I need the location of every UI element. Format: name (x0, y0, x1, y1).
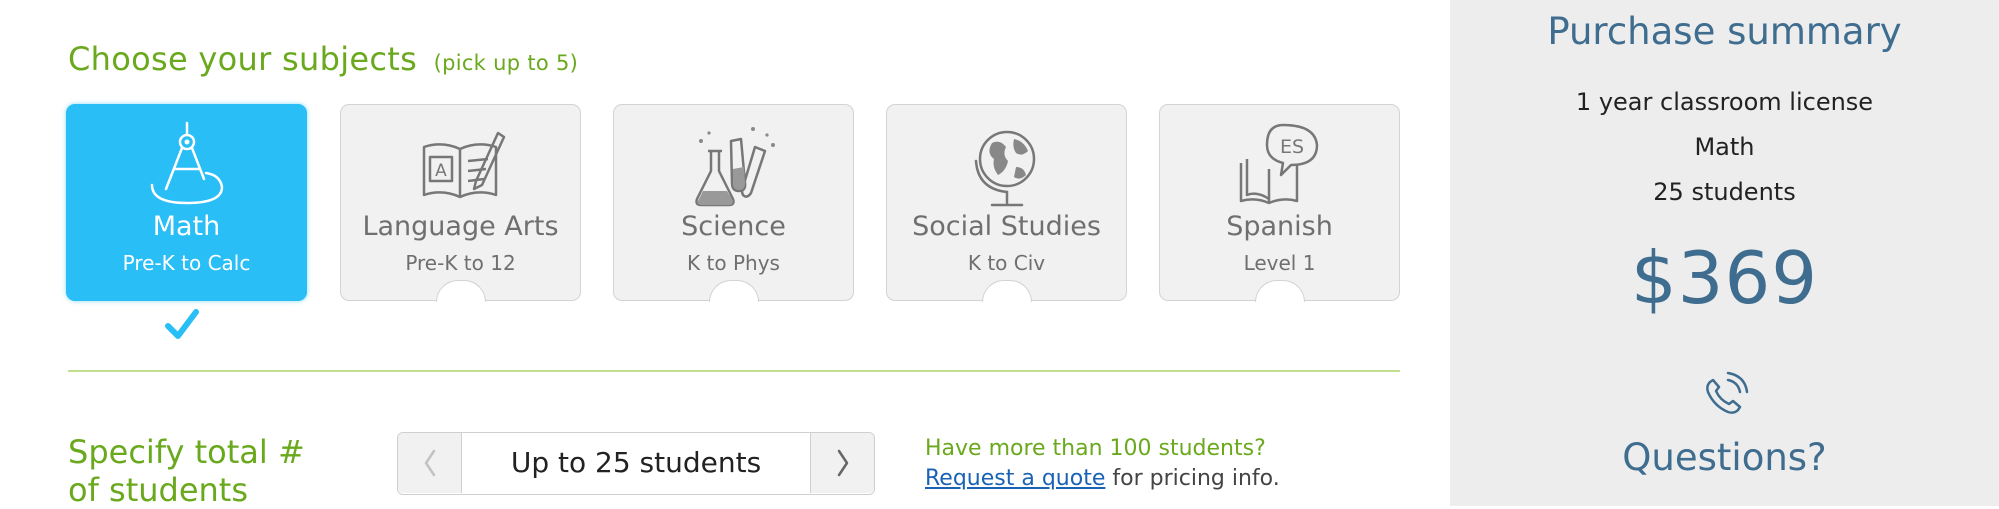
checkmark-icon (165, 309, 199, 339)
chevron-right-icon (837, 449, 848, 477)
quote-line: Request a quote for pricing info. (925, 464, 1280, 494)
subject-title: Spanish (1226, 211, 1333, 242)
subject-card-social-studies[interactable]: Social Studies K to Civ (886, 104, 1127, 302)
subject-range: Pre-K to Calc (122, 251, 251, 275)
subject-card-language-arts[interactable]: A Language Arts Pre-K to 12 (340, 104, 581, 302)
globe-icon (974, 130, 1035, 207)
stepper-value: Up to 25 students (510, 446, 762, 479)
subject-title: Science (681, 211, 786, 242)
card-notch (981, 280, 1032, 302)
student-count-stepper[interactable]: Up to 25 students (397, 432, 875, 495)
summary-price: $369 (1630, 236, 1819, 320)
subject-card-math[interactable]: Math Pre-K to Calc (66, 104, 307, 301)
card-notch (708, 280, 759, 302)
request-quote-link[interactable]: Request a quote (925, 466, 1105, 491)
stepper-next-button[interactable] (810, 433, 874, 493)
summary-title: Purchase summary (1547, 10, 1902, 53)
summary-license: 1 year classroom license (1575, 88, 1874, 116)
svg-text:A: A (435, 161, 447, 181)
subject-range: K to Civ (967, 251, 1046, 275)
phone-icon[interactable] (1700, 370, 1750, 420)
quote-info: Have more than 100 students? Request a q… (925, 434, 1280, 494)
stepper-prev-button[interactable] (398, 433, 462, 493)
quote-question: Have more than 100 students? (925, 436, 1266, 461)
subject-range: Level 1 (1243, 251, 1316, 275)
svg-text:ES: ES (1279, 136, 1303, 158)
subjects-heading-note: (pick up to 5) (433, 51, 579, 75)
card-notch (1254, 280, 1305, 302)
students-label: Specify total # of students (68, 433, 305, 509)
subject-card-spanish[interactable]: ES Spanish Level 1 (1159, 104, 1400, 302)
subject-range: Pre-K to 12 (405, 251, 516, 275)
subject-range: K to Phys (687, 251, 780, 275)
chevron-left-icon (424, 449, 435, 477)
subject-title: Math (152, 211, 221, 242)
compass-icon (150, 121, 223, 205)
card-notch (435, 280, 486, 302)
students-label-line1: Specify total # (68, 433, 305, 471)
section-divider (68, 370, 1400, 372)
summary-subject: Math (1694, 133, 1755, 161)
subjects-heading: Choose your subjects (pick up to 5) (68, 40, 578, 78)
spanish-book-bubble-icon: ES (1239, 123, 1318, 205)
quote-rest-text: for pricing info. (1112, 466, 1280, 491)
book-pencil-icon: A (422, 131, 505, 199)
students-label-line2: of students (68, 471, 249, 509)
subject-selection-panel: Choose your subjects (pick up to 5) Math… (0, 0, 1450, 509)
lab-beaker-icon (694, 127, 775, 207)
purchase-summary-panel: Purchase summary 1 year classroom licens… (1450, 0, 1999, 506)
subject-title: Language Arts (362, 211, 559, 242)
summary-students: 25 students (1653, 178, 1796, 206)
subject-card-science[interactable]: Science K to Phys (613, 104, 854, 302)
subjects-heading-text: Choose your subjects (68, 40, 418, 78)
subject-title: Social Studies (912, 211, 1101, 242)
questions-label[interactable]: Questions? (1450, 436, 1999, 479)
